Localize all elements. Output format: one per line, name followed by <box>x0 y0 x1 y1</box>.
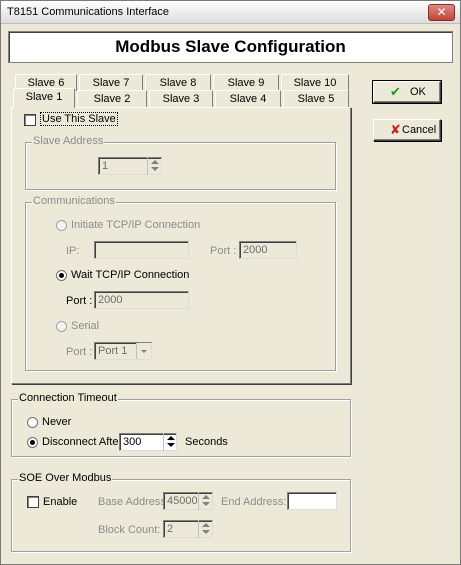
wait-port-input[interactable]: 2000 <box>94 291 189 309</box>
serial-port-label: Port : <box>66 346 93 358</box>
tab-label: Slave 9 <box>227 77 265 89</box>
connection-timeout-group: Connection Timeout Never Disconnect Afte… <box>11 392 351 457</box>
slave-address-legend: Slave Address <box>32 135 105 147</box>
spin-down-icon[interactable] <box>151 167 159 171</box>
spin-down-icon[interactable] <box>202 502 210 506</box>
connection-timeout-legend: Connection Timeout <box>18 392 118 404</box>
soe-enable-label: Enable <box>43 496 78 508</box>
tab-slave-8[interactable]: Slave 8 <box>145 74 211 91</box>
wait-port-label: Port : <box>66 295 93 307</box>
tab-label: Slave 4 <box>229 93 267 105</box>
tab-label: Slave 2 <box>93 93 131 105</box>
page-title: Modbus Slave Configuration <box>8 31 453 63</box>
seconds-label: Seconds <box>185 436 228 448</box>
tab-slave-7[interactable]: Slave 7 <box>79 74 143 91</box>
disconnect-after-radio[interactable] <box>27 437 38 448</box>
base-address-label: Base Address: <box>98 496 169 508</box>
end-address-input[interactable] <box>287 492 337 510</box>
communications-legend: Communications <box>32 195 116 207</box>
soe-over-modbus-group: SOE Over Modbus Enable Base Address: 450… <box>11 472 351 552</box>
radio-selected-dot <box>59 273 64 278</box>
spin-up-icon[interactable] <box>151 160 159 164</box>
slave-address-spinner[interactable] <box>147 157 161 175</box>
tab-slave-4[interactable]: Slave 4 <box>215 90 281 107</box>
base-address-value: 45000 <box>167 495 198 507</box>
spin-up-icon[interactable] <box>167 436 175 440</box>
never-radio[interactable] <box>27 417 38 428</box>
serial-port-select[interactable]: Port 1 <box>94 342 152 360</box>
title-bar[interactable]: T8151 Communications Interface ✕ <box>1 1 460 24</box>
timeout-spinner[interactable] <box>163 433 177 451</box>
dropdown-arrow-icon <box>141 350 147 353</box>
initiate-port-value: 2000 <box>243 244 268 256</box>
disconnect-after-label: Disconnect After <box>42 436 123 448</box>
tab-label: Slave 1 <box>25 91 63 103</box>
chevron-down-icon[interactable] <box>136 343 151 359</box>
tab-slave-1[interactable]: Slave 1 <box>13 88 75 108</box>
tab-label: Slave 8 <box>159 77 197 89</box>
spin-up-icon[interactable] <box>202 523 210 527</box>
spin-up-icon[interactable] <box>202 495 210 499</box>
serial-radio[interactable] <box>56 321 67 332</box>
window-title: T8151 Communications Interface <box>7 6 170 18</box>
block-count-label: Block Count: <box>98 524 161 536</box>
timeout-seconds-value: 300 <box>123 436 142 448</box>
wait-tcp-label: Wait TCP/IP Connection <box>71 269 190 281</box>
use-slave-checkbox[interactable] <box>24 114 36 126</box>
tab-slave-5[interactable]: Slave 5 <box>283 90 349 107</box>
initiate-tcp-label: Initiate TCP/IP Connection <box>71 219 201 231</box>
check-icon: ✔ <box>390 84 401 99</box>
initiate-tcp-radio[interactable] <box>56 220 67 231</box>
spin-down-icon[interactable] <box>202 530 210 534</box>
soe-legend: SOE Over Modbus <box>18 472 113 484</box>
tab-slave-9[interactable]: Slave 9 <box>213 74 279 91</box>
ok-label: OK <box>410 86 426 98</box>
cancel-button[interactable]: ✘ Cancel <box>373 119 441 141</box>
close-button[interactable]: ✕ <box>428 4 455 21</box>
end-address-label: End Address: <box>221 496 287 508</box>
ok-button[interactable]: ✔ OK <box>372 80 442 104</box>
wait-port-value: 2000 <box>98 294 123 306</box>
radio-selected-dot <box>30 440 35 445</box>
x-icon: ✘ <box>390 122 401 137</box>
spin-down-icon[interactable] <box>167 443 175 447</box>
slave-address-value: 1 <box>102 160 109 172</box>
ip-input[interactable] <box>94 241 189 259</box>
serial-label: Serial <box>71 320 100 332</box>
soe-enable-checkbox[interactable] <box>27 496 39 508</box>
tab-label: Slave 5 <box>297 93 335 105</box>
tab-label: Slave 10 <box>293 77 337 89</box>
wait-tcp-radio[interactable] <box>56 270 67 281</box>
tab-label: Slave 7 <box>92 77 130 89</box>
use-slave-label: Use This Slave <box>40 112 118 126</box>
initiate-port-label: Port : <box>210 245 237 257</box>
base-address-spinner[interactable] <box>198 492 212 510</box>
tab-panel: Use This Slave Slave Address 1 Communica… <box>11 107 351 384</box>
tab-label: Slave 3 <box>162 93 200 105</box>
serial-port-value: Port 1 <box>98 345 128 357</box>
block-count-value: 2 <box>167 523 174 535</box>
tab-slave-2[interactable]: Slave 2 <box>77 90 147 107</box>
initiate-port-input[interactable]: 2000 <box>239 241 297 259</box>
ip-label: IP: <box>66 245 80 257</box>
dialog-window: T8151 Communications Interface ✕ Modbus … <box>0 0 461 565</box>
block-count-spinner[interactable] <box>198 520 212 538</box>
communications-group: Communications Initiate TCP/IP Connectio… <box>25 195 336 371</box>
tab-slave-10[interactable]: Slave 10 <box>281 74 349 91</box>
never-label: Never <box>42 416 72 428</box>
tab-slave-3[interactable]: Slave 3 <box>149 90 213 107</box>
close-icon: ✕ <box>436 5 447 19</box>
cancel-label: Cancel <box>402 124 437 136</box>
slave-address-group: Slave Address 1 <box>25 135 336 190</box>
